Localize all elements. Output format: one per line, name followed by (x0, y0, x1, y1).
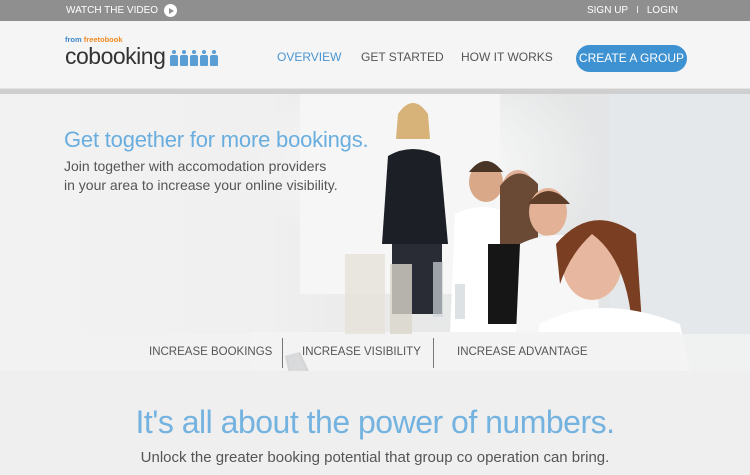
tagline-subtitle: Unlock the greater booking potential tha… (140, 449, 610, 466)
login-link[interactable]: LOGIN (647, 0, 678, 21)
nav-overview[interactable]: OVERVIEW (277, 50, 341, 64)
tagline-section: It's all about the power of numbers. Unl… (0, 371, 750, 475)
hero-title: Get together for more bookings. (64, 127, 369, 152)
tagline-title: It's all about the power of numbers. (135, 404, 615, 440)
benefit-increase-bookings[interactable]: INCREASE BOOKINGS (149, 334, 272, 371)
hero-subtitle-line-1: Join together with accomodation provider… (64, 158, 327, 174)
watch-video-label: WATCH THE VIDEO (66, 5, 159, 16)
benefits-bar: INCREASE BOOKINGS INCREASE VISIBILITY IN… (0, 334, 750, 371)
hero-subtitle: Join together with accomodation provider… (64, 157, 384, 195)
auth-separator: I (636, 5, 639, 16)
auth-links: SIGN UP I LOGIN (587, 0, 678, 21)
hero-banner: Get together for more bookings. Join tog… (0, 94, 750, 371)
benefit-divider (433, 338, 434, 368)
nav-get-started[interactable]: GET STARTED (361, 50, 444, 64)
signup-link[interactable]: SIGN UP (587, 0, 628, 21)
create-group-button[interactable]: CREATE A GROUP (576, 45, 687, 72)
nav-how-it-works[interactable]: HOW IT WORKS (461, 50, 553, 64)
benefit-increase-advantage[interactable]: INCREASE ADVANTAGE (457, 334, 588, 371)
watch-video-link[interactable]: WATCH THE VIDEO (66, 0, 178, 21)
hero-subtitle-line-2: in your area to increase your online vis… (64, 177, 338, 193)
play-icon (164, 4, 178, 17)
benefit-divider (282, 338, 283, 368)
benefit-increase-visibility[interactable]: INCREASE VISIBILITY (302, 334, 421, 371)
top-bar: WATCH THE VIDEO SIGN UP I LOGIN (0, 0, 750, 21)
